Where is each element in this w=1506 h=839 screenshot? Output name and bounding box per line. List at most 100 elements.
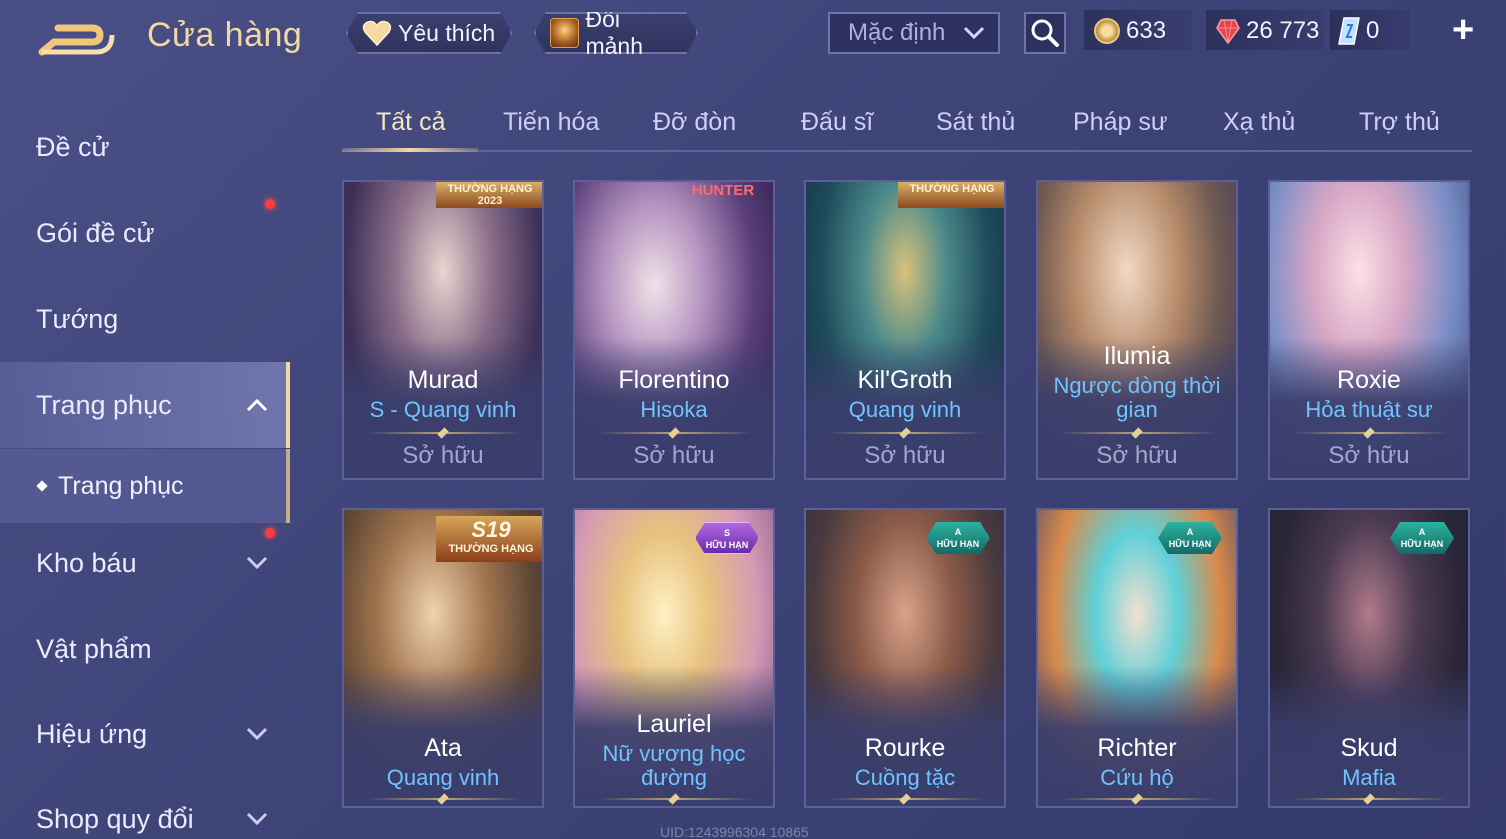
sidebar-item-items[interactable]: Vật phẩm <box>0 606 290 692</box>
owned-status: Sở hữu <box>1096 442 1178 469</box>
sidebar-item-label: Đề cử <box>36 131 110 162</box>
back-icon[interactable] <box>34 16 118 60</box>
skin-card[interactable]: A HỮU HẠN Richter Cứu hộ <box>1036 508 1238 808</box>
owned-status: Sở hữu <box>402 442 484 469</box>
active-tab-indicator <box>342 148 478 152</box>
tab-evolution[interactable]: Tiến hóa <box>503 108 599 137</box>
divider <box>1060 798 1216 800</box>
tier-sub-label: HỮU HẠN <box>1400 539 1444 549</box>
sidebar-item-label: Hiệu ứng <box>36 718 148 749</box>
hero-name: Florentino <box>618 366 730 394</box>
sidebar-item-label: Tướng <box>36 303 119 334</box>
tier-badge: A HỮU HẠN <box>926 522 990 554</box>
page-title: Cửa hàng <box>147 16 303 54</box>
collab-badge: HUNTER <box>691 182 755 199</box>
skin-name: S - Quang vinh <box>369 397 517 422</box>
gold-coin-icon <box>1094 18 1120 44</box>
top-bar: Cửa hàng Yêu thích Đổi mảnh Mặc định 633… <box>0 0 1506 70</box>
hero-name: Roxie <box>1337 366 1401 394</box>
skin-name: Cuồng tặc <box>854 765 956 790</box>
sort-dropdown[interactable]: Mặc định <box>828 12 1000 54</box>
skin-name: Ngược dòng thời gian <box>1053 373 1221 422</box>
bullet-icon <box>36 480 48 492</box>
ruby-currency: 26 773 <box>1216 14 1319 48</box>
divider <box>597 798 753 800</box>
add-currency-button[interactable]: + <box>1452 11 1474 49</box>
divider <box>1292 432 1448 434</box>
gem-amount: 0 <box>1366 17 1380 44</box>
hero-name: Richter <box>1097 734 1177 762</box>
skin-name: Hisoka <box>640 397 708 422</box>
skin-card[interactable]: Ilumia Ngược dòng thời gian Sở hữu <box>1036 180 1238 480</box>
sidebar-item-label: Kho báu <box>36 547 137 578</box>
rank-label: THƯỜNG HẠNG <box>448 543 534 555</box>
skin-name: Cứu hộ <box>1100 765 1174 790</box>
exchange-shards-button[interactable]: Đổi mảnh <box>534 12 698 54</box>
search-button[interactable] <box>1024 12 1066 54</box>
skin-card[interactable]: Roxie Hỏa thuật sư Sở hữu <box>1268 180 1470 480</box>
sort-value: Mặc định <box>848 19 946 46</box>
sidebar-subitem-skins[interactable]: Trang phục <box>0 449 290 523</box>
sidebar-item-skins[interactable]: Trang phục <box>0 362 290 448</box>
chevron-down-icon <box>246 556 268 570</box>
hero-name: Ilumia <box>1103 342 1171 370</box>
tier-label: A <box>1186 527 1194 537</box>
skin-name: Quang vinh <box>848 397 962 422</box>
tab-fighter[interactable]: Đấu sĩ <box>801 108 873 137</box>
search-icon <box>1031 19 1059 47</box>
skin-card[interactable]: S HỮU HẠN Lauriel Nữ vương học đường <box>573 508 775 808</box>
skin-card[interactable]: A HỮU HẠN Skud Mafia <box>1268 508 1470 808</box>
notification-dot <box>265 199 275 209</box>
favorite-button[interactable]: Yêu thích <box>346 12 512 54</box>
hero-name: Ata <box>424 734 462 762</box>
sidebar-item-label: Vật phẩm <box>36 633 152 664</box>
tier-badge: S HỮU HẠN <box>695 522 759 554</box>
tier-badge: A HỮU HẠN <box>1158 522 1222 554</box>
sidebar-item-treasure[interactable]: Kho báu <box>0 520 290 606</box>
skin-card[interactable]: S19 THƯỜNG HẠNG Ata Quang vinh <box>342 508 544 808</box>
tab-assassin[interactable]: Sát thủ <box>936 108 1015 137</box>
sidebar-item-effects[interactable]: Hiệu ứng <box>0 691 290 777</box>
tab-support[interactable]: Trợ thủ <box>1359 108 1440 137</box>
ruby-icon <box>1216 19 1240 44</box>
sidebar-item-recommended[interactable]: Đề cử <box>0 104 290 190</box>
skin-name: Hỏa thuật sư <box>1305 397 1433 422</box>
tab-mage[interactable]: Pháp sư <box>1073 108 1168 137</box>
tier-label: A <box>1418 527 1426 537</box>
hero-name: Lauriel <box>636 710 712 738</box>
tier-sub-label: HỮU HẠN <box>705 540 749 550</box>
hero-name: Rourke <box>864 734 946 762</box>
hero-name: Skud <box>1340 734 1398 762</box>
tab-marksman[interactable]: Xạ thủ <box>1223 108 1295 137</box>
chevron-up-icon <box>246 398 268 412</box>
tab-tank[interactable]: Đỡ đòn <box>653 108 736 137</box>
gold-currency: 633 <box>1094 14 1166 48</box>
owned-status: Sở hữu <box>633 442 715 469</box>
ruby-amount: 26 773 <box>1246 17 1320 44</box>
owned-status: Sở hữu <box>1328 442 1410 469</box>
gold-amount: 633 <box>1126 17 1167 44</box>
sidebar-item-bundles[interactable]: Gói đề cử <box>0 190 290 276</box>
uid-watermark: UID:1243996304 10865 <box>660 824 809 839</box>
skin-card[interactable]: HUNTER Florentino Hisoka Sở hữu <box>573 180 775 480</box>
tier-badge: A HỮU HẠN <box>1390 522 1454 554</box>
skin-card[interactable]: THƯỜNG HẠNG Kil'Groth Quang vinh Sở hữu <box>804 180 1006 480</box>
chevron-down-icon <box>246 812 268 826</box>
tier-sub-label: HỮU HẠN <box>936 539 980 549</box>
gem-currency: 0 <box>1338 14 1379 48</box>
sidebar-item-label: Shop quy đổi <box>36 803 194 834</box>
chest-icon <box>550 18 579 48</box>
tab-all[interactable]: Tất cả <box>376 108 445 137</box>
sidebar-item-heroes[interactable]: Tướng <box>0 276 290 362</box>
divider <box>597 432 753 434</box>
chevron-down-icon <box>246 727 268 741</box>
tier-label: S <box>723 528 730 538</box>
skin-card[interactable]: A HỮU HẠN Rourke Cuồng tặc <box>804 508 1006 808</box>
skin-grid: THƯỜNG HẠNG 2023 Murad S - Quang vinh Sở… <box>342 180 1472 839</box>
skin-card[interactable]: THƯỜNG HẠNG 2023 Murad S - Quang vinh Sở… <box>342 180 544 480</box>
divider <box>828 432 984 434</box>
heart-icon <box>362 19 392 47</box>
favorite-label: Yêu thích <box>398 19 496 46</box>
exchange-label: Đổi mảnh <box>585 6 643 59</box>
sidebar-item-exchange-shop[interactable]: Shop quy đổi <box>0 776 290 839</box>
